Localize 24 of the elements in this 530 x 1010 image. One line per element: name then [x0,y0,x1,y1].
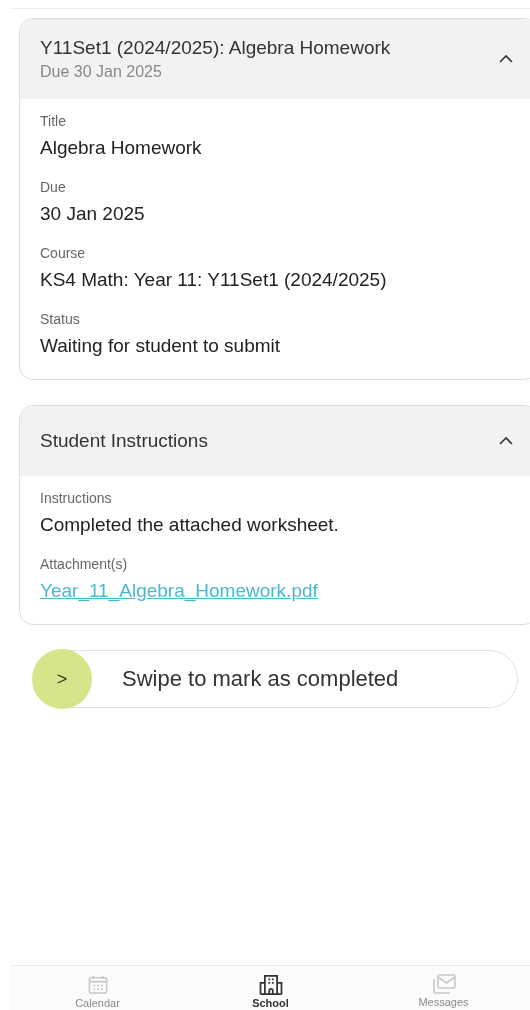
field-label: Due [40,179,66,195]
nav-tab[interactable]: Calendar [11,966,184,1010]
field-value: 30 Jan 2025 [40,203,145,225]
field-label: Course [40,245,86,261]
field-label: Title [40,113,66,129]
card-title: Student Instructions [40,430,209,452]
field-value: KS4 Math: Year 11: Y11Set1 (2024/2025) [40,269,387,291]
field-label: Instructions [40,490,112,506]
swipe-label: Swipe to mark as completed [122,666,399,692]
nav-tab[interactable]: School [184,966,357,1010]
building-icon [257,974,284,995]
field-label: Attachment(s) [40,556,128,572]
field-value: Completed the attached worksheet. [40,514,339,536]
chevron-up-icon[interactable] [499,436,513,446]
calendar-icon [86,974,109,995]
field-value: Waiting for student to submit [40,335,281,357]
envelope-icon [431,974,456,994]
chevron-up-icon[interactable] [499,54,513,64]
card-title: Y11Set1 (2024/2025): Algebra Homework [40,37,392,59]
swipe-handle[interactable]: > [32,649,92,709]
card-subtitle: Due 30 Jan 2025 [40,63,163,81]
field-value: Algebra Homework [40,137,202,159]
nav-tab[interactable]: Messages [357,966,530,1010]
field-label: Status [40,311,80,327]
